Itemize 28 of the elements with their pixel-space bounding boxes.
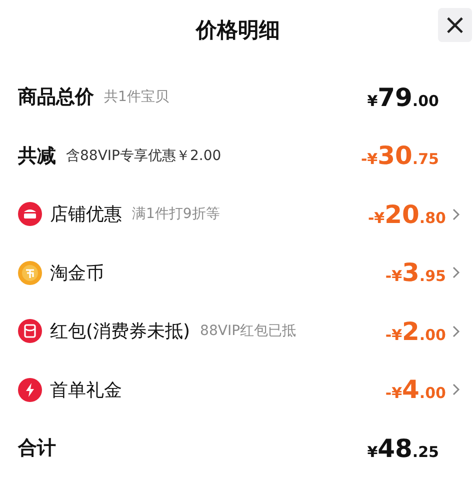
envelope-icon <box>18 319 42 344</box>
price-amount: -¥3.95 <box>385 258 446 288</box>
coin-icon <box>18 260 42 285</box>
row-label: 合计 <box>18 436 56 462</box>
sheet-title: 价格明细 <box>196 17 280 44</box>
price-amount: ¥79.00 <box>367 82 439 112</box>
row-note: 含88VIP专享优惠￥2.00 <box>66 146 222 165</box>
row-label: 红包(消费券未抵) <box>50 320 190 344</box>
row-label: 共减 <box>18 144 56 169</box>
price-amount: -¥20.80 <box>368 200 446 229</box>
row-note: 满1件打9折等 <box>132 205 220 224</box>
row-label: 店铺优惠 <box>50 203 122 226</box>
row-label: 商品总价 <box>18 85 94 110</box>
price-amount: ¥48.25 <box>367 434 439 463</box>
price-amount: -¥30.75 <box>360 141 439 170</box>
row-label: 首单礼金 <box>50 378 122 402</box>
row-note: 共1件宝贝 <box>104 88 169 106</box>
chevron-right-icon <box>452 208 460 221</box>
row-note: 88VIP红包已抵 <box>200 322 296 340</box>
close-button[interactable]: × <box>438 8 472 42</box>
storefront-icon <box>18 202 42 226</box>
chevron-right-icon <box>452 383 460 396</box>
chevron-right-icon <box>452 266 460 280</box>
price-amount: -¥2.00 <box>385 316 446 346</box>
price-amount: -¥4.00 <box>385 375 446 404</box>
row-label: 淘金币 <box>50 262 104 285</box>
lightning-icon <box>18 378 42 402</box>
chevron-right-icon <box>452 324 460 338</box>
